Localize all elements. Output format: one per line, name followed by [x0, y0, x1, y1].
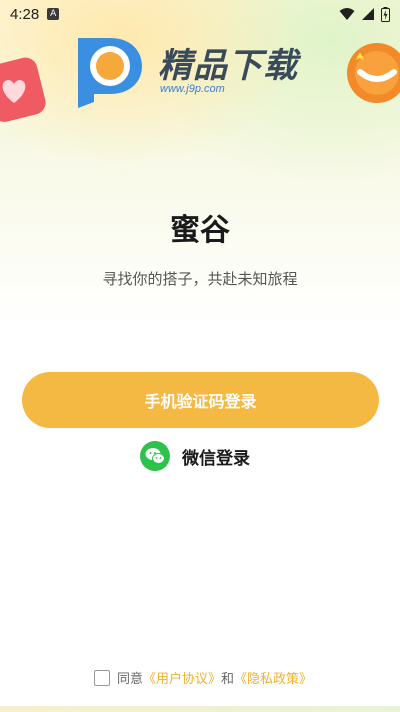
- battery-icon: [381, 6, 390, 22]
- logo-url-text: www.j9p.com: [160, 83, 225, 95]
- app-tagline: 寻找你的搭子，共赴未知旅程: [102, 270, 298, 288]
- agreement-checkbox[interactable]: [94, 669, 110, 686]
- agreement-row: 同意 《用户协议》 和 《隐私政策》: [94, 668, 312, 687]
- agreement-prefix: 同意: [117, 672, 144, 687]
- user-agreement-link[interactable]: 《用户协议》: [143, 668, 221, 687]
- signal-icon: [362, 8, 374, 20]
- agreement-and: 和: [221, 672, 235, 687]
- heart-sticker-icon: [0, 57, 46, 122]
- status-icons: [339, 6, 390, 22]
- wechat-login-button[interactable]: 微信登录: [140, 440, 250, 472]
- status-bar: 4:28 A: [0, 0, 400, 28]
- bottom-strip: [0, 706, 400, 712]
- privacy-policy-link[interactable]: 《隐私政策》: [234, 668, 312, 687]
- phone-login-button[interactable]: 手机验证码登录: [22, 372, 379, 428]
- smiley-face-icon: [347, 43, 400, 103]
- wifi-icon: [339, 8, 355, 20]
- logo-brand-text: 精品下载: [158, 46, 298, 86]
- app-title: 蜜谷: [170, 213, 230, 248]
- status-time: 4:28: [10, 5, 40, 23]
- wechat-login-label: 微信登录: [182, 448, 250, 469]
- a-notification-icon: A: [47, 8, 60, 20]
- wechat-icon: [140, 441, 170, 471]
- p-logo-icon: [78, 38, 142, 108]
- logo: 精品下载 www.j9p.com: [70, 30, 330, 110]
